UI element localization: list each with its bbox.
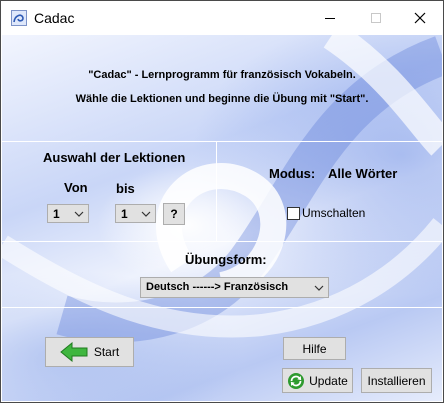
maximize-button[interactable]: [353, 1, 399, 35]
divider-middle: [2, 241, 442, 242]
arrow-left-icon: [60, 342, 88, 362]
intro-line-2: Wähle die Lektionen und beginne die Übun…: [75, 93, 369, 105]
start-button-label: Start: [93, 345, 120, 359]
exercise-label: Übungsform:: [185, 252, 267, 267]
mode-value: Alle Wörter: [328, 166, 398, 181]
app-window: Cadac "Cadac" - Lernprogramm für französ…: [0, 0, 444, 403]
maximize-icon: [371, 13, 381, 23]
toggle-checkbox[interactable]: [287, 207, 300, 220]
app-icon: [11, 10, 27, 26]
window-title: Cadac: [34, 10, 75, 26]
toggle-label[interactable]: Umschalten: [302, 206, 365, 220]
help-button[interactable]: Hilfe: [283, 337, 346, 360]
to-lesson-select[interactable]: 1: [115, 204, 156, 223]
from-lesson-select[interactable]: 1: [47, 204, 89, 223]
divider-top: [2, 141, 442, 142]
minimize-button[interactable]: [307, 1, 353, 35]
update-button[interactable]: Update: [282, 368, 353, 393]
exercise-type-select[interactable]: Deutsch ------> Französisch: [140, 277, 329, 298]
install-button[interactable]: Installieren: [361, 368, 432, 393]
to-label: bis: [116, 181, 135, 196]
title-bar[interactable]: Cadac: [1, 1, 443, 35]
refresh-icon: [288, 372, 305, 389]
lesson-help-button[interactable]: ?: [163, 203, 185, 225]
lessons-heading: Auswahl der Lektionen: [43, 150, 186, 165]
from-lesson-value: 1: [53, 207, 60, 221]
start-button[interactable]: Start: [45, 337, 134, 367]
close-button[interactable]: [397, 1, 443, 35]
exercise-type-value: Deutsch ------> Französisch: [146, 281, 289, 293]
divider-bottom: [2, 307, 442, 308]
chevron-down-icon: [314, 285, 324, 291]
update-button-label: Update: [309, 373, 348, 388]
chevron-down-icon: [74, 211, 84, 217]
dialog-body: "Cadac" - Lernprogramm für französisch V…: [2, 35, 442, 401]
minimize-icon: [325, 18, 335, 19]
close-icon: [414, 12, 426, 24]
intro-line-1: "Cadac" - Lernprogramm für französisch V…: [88, 69, 356, 81]
chevron-down-icon: [141, 211, 151, 217]
from-label: Von: [64, 180, 88, 195]
to-lesson-value: 1: [121, 207, 128, 221]
mode-label: Modus:: [269, 166, 316, 181]
divider-vertical: [216, 141, 217, 241]
